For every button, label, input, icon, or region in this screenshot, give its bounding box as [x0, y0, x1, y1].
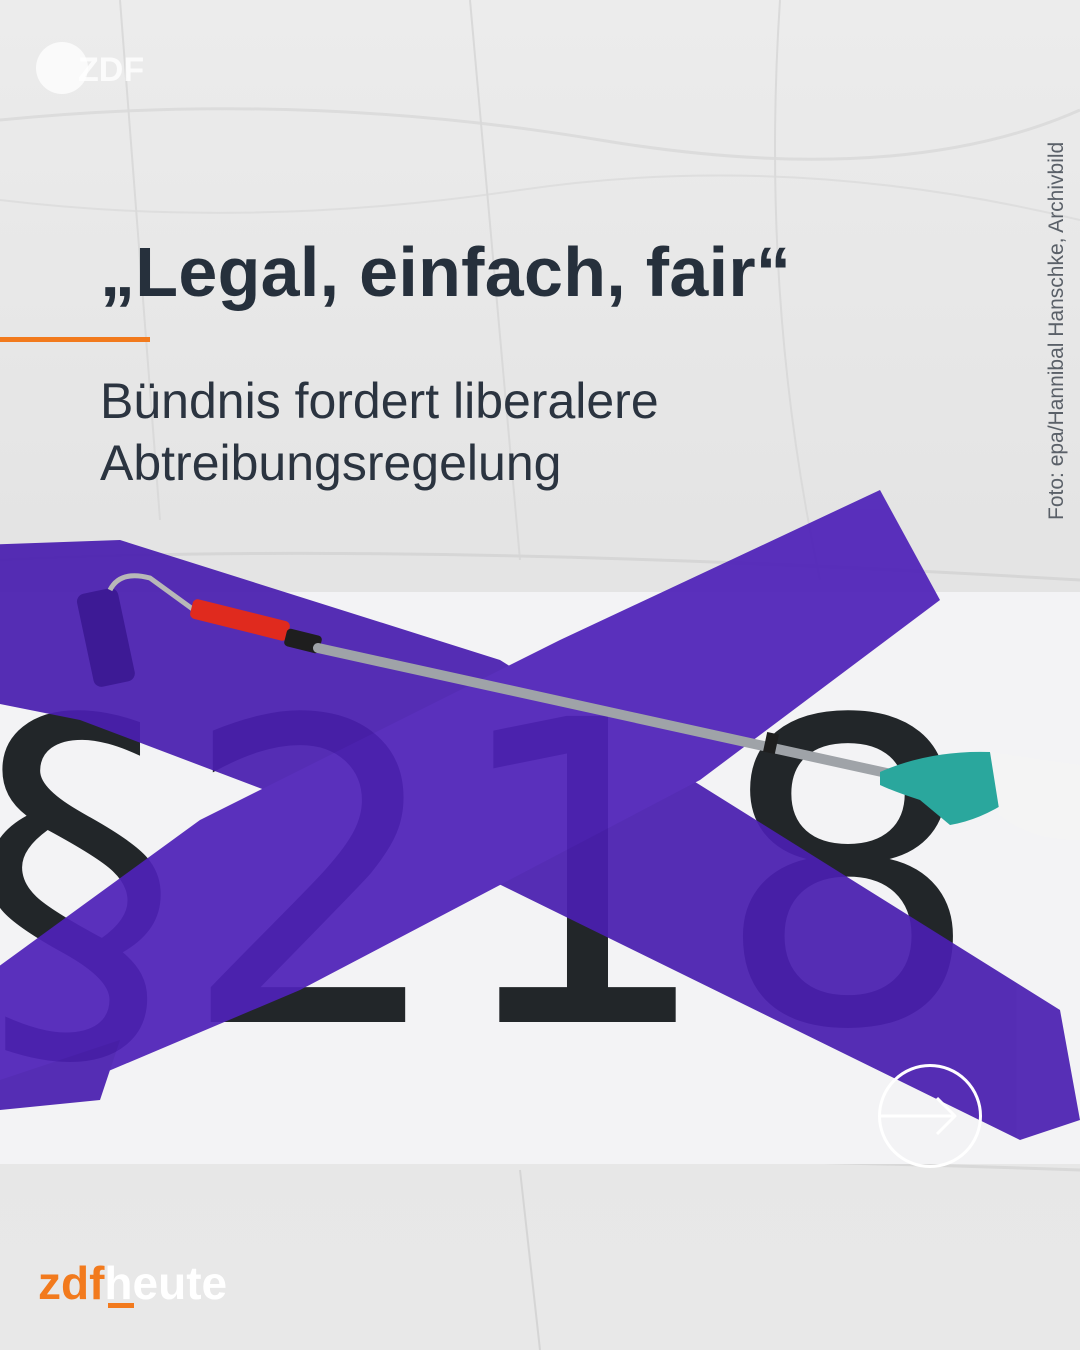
- svg-text:ZDF: ZDF: [78, 51, 144, 89]
- arrow-right-circle-icon: [881, 1096, 957, 1136]
- accent-rule: [0, 337, 150, 342]
- social-post-card: §218 ZDF „Legal, einfach, fair“ Bündnis …: [0, 0, 1080, 1350]
- subheadline: Bündnis fordert liberalere Abtreibungsre…: [100, 373, 659, 491]
- brand-heute-text: heute: [104, 1257, 228, 1309]
- next-slide-button[interactable]: [878, 1064, 982, 1168]
- headline: „Legal, einfach, fair“: [100, 233, 792, 311]
- photo-credit: Foto: epa/Hannibal Hanschke, Archivbild: [1045, 141, 1068, 520]
- zdf-watermark-logo: ZDF: [36, 42, 144, 94]
- brand-zdf: zdf: [38, 1257, 105, 1309]
- brand-heute: heute: [104, 1257, 227, 1309]
- zdfheute-logo: zdfheute: [38, 1258, 227, 1308]
- brand-underline: [108, 1303, 135, 1308]
